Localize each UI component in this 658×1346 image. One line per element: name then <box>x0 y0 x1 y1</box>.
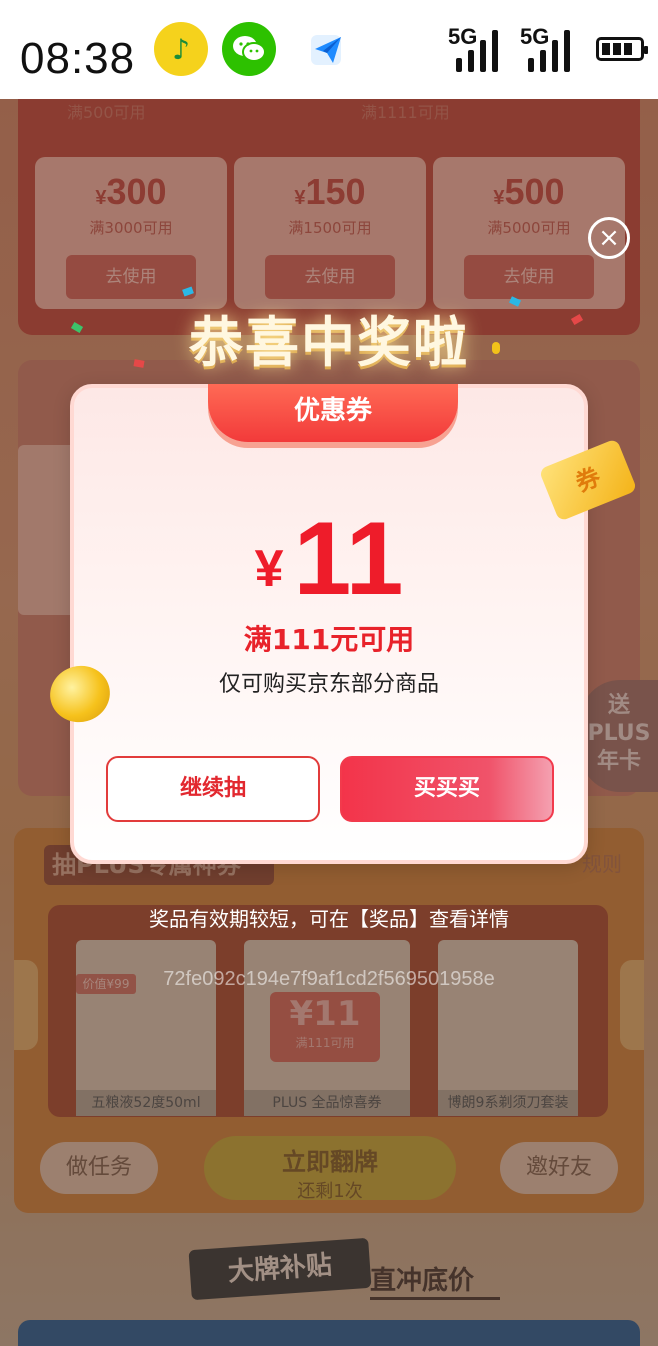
continue-draw-button[interactable]: 继续抽 <box>106 756 320 822</box>
prize-description: 仅可购买京东部分商品 <box>218 672 439 697</box>
clock: 08:38 <box>20 34 136 83</box>
signal-icon-1: 5G <box>448 24 508 74</box>
buy-button[interactable]: 买买买 <box>340 756 554 822</box>
paper-plane-icon <box>300 22 354 76</box>
amount-value: 11 <box>293 501 404 617</box>
watermark-hash: 72fe092c194e7f9af1cd2f569501958e <box>163 968 495 990</box>
status-bar: 08:38 ♪ 5G 5G <box>0 0 658 99</box>
prize-condition: 满111元可用 <box>243 623 415 656</box>
close-icon[interactable]: × <box>588 217 630 259</box>
prize-amount: ¥11 <box>74 500 584 619</box>
signal-icon-2: 5G <box>520 24 580 74</box>
coupon-ribbon: 优惠券 <box>208 384 458 442</box>
music-app-icon: ♪ <box>154 22 208 76</box>
prize-modal: 优惠券 ¥11 满111元可用 仅可购买京东部分商品 继续抽 买买买 <box>70 384 588 864</box>
congrats-headline: 恭喜中奖啦 <box>189 311 469 374</box>
battery-icon <box>596 37 648 61</box>
wechat-icon <box>222 22 276 76</box>
currency-symbol: ¥ <box>254 540 284 598</box>
prize-validity-note: 奖品有效期较短，可在【奖品】查看详情 <box>149 907 509 931</box>
